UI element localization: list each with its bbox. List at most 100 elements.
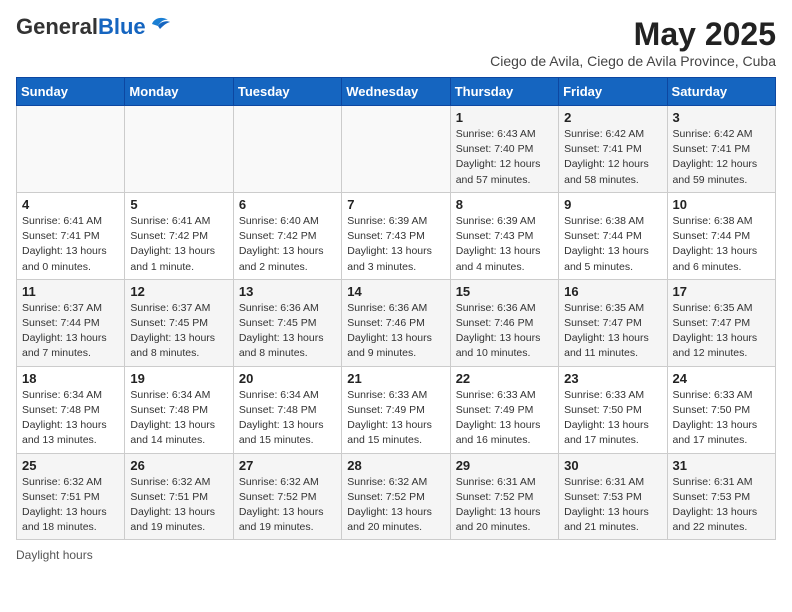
day-info: Sunrise: 6:32 AM Sunset: 7:52 PM Dayligh… [347, 475, 444, 536]
logo: GeneralBlue [16, 16, 172, 38]
day-info: Sunrise: 6:34 AM Sunset: 7:48 PM Dayligh… [239, 388, 336, 449]
calendar-title: May 2025 [490, 16, 776, 53]
day-info: Sunrise: 6:33 AM Sunset: 7:49 PM Dayligh… [347, 388, 444, 449]
day-number: 30 [564, 458, 661, 473]
logo-bird-icon [150, 14, 172, 32]
calendar-cell [342, 106, 450, 193]
calendar-cell: 28 Sunrise: 6:32 AM Sunset: 7:52 PM Dayli… [342, 453, 450, 540]
day-number: 25 [22, 458, 119, 473]
day-number: 17 [673, 284, 770, 299]
calendar-cell: 4 Sunrise: 6:41 AM Sunset: 7:41 PM Daylig… [17, 192, 125, 279]
day-info: Sunrise: 6:33 AM Sunset: 7:50 PM Dayligh… [564, 388, 661, 449]
calendar-week-row: 1 Sunrise: 6:43 AM Sunset: 7:40 PM Daylig… [17, 106, 776, 193]
logo-blue: Blue [98, 14, 146, 39]
header-day-thursday: Thursday [450, 78, 558, 106]
calendar-cell: 20 Sunrise: 6:34 AM Sunset: 7:48 PM Dayli… [233, 366, 341, 453]
calendar-cell: 25 Sunrise: 6:32 AM Sunset: 7:51 PM Dayli… [17, 453, 125, 540]
day-info: Sunrise: 6:31 AM Sunset: 7:53 PM Dayligh… [564, 475, 661, 536]
day-info: Sunrise: 6:32 AM Sunset: 7:52 PM Dayligh… [239, 475, 336, 536]
day-number: 6 [239, 197, 336, 212]
calendar-cell: 23Sunrise: 6:33 AM Sunset: 7:50 PM Dayli… [559, 366, 667, 453]
day-info: Sunrise: 6:40 AM Sunset: 7:42 PM Dayligh… [239, 214, 336, 275]
day-number: 31 [673, 458, 770, 473]
day-number: 24 [673, 371, 770, 386]
header-day-monday: Monday [125, 78, 233, 106]
calendar-cell: 16Sunrise: 6:35 AM Sunset: 7:47 PM Dayli… [559, 279, 667, 366]
day-number: 10 [673, 197, 770, 212]
day-number: 28 [347, 458, 444, 473]
calendar-table: SundayMondayTuesdayWednesdayThursdayFrid… [16, 77, 776, 540]
day-info: Sunrise: 6:42 AM Sunset: 7:41 PM Dayligh… [564, 127, 661, 188]
day-number: 19 [130, 371, 227, 386]
day-info: Sunrise: 6:43 AM Sunset: 7:40 PM Dayligh… [456, 127, 553, 188]
header-day-saturday: Saturday [667, 78, 775, 106]
header-day-tuesday: Tuesday [233, 78, 341, 106]
day-number: 2 [564, 110, 661, 125]
day-info: Sunrise: 6:41 AM Sunset: 7:42 PM Dayligh… [130, 214, 227, 275]
calendar-cell: 31 Sunrise: 6:31 AM Sunset: 7:53 PM Dayli… [667, 453, 775, 540]
day-info: Sunrise: 6:32 AM Sunset: 7:51 PM Dayligh… [130, 475, 227, 536]
footer: Daylight hours [16, 548, 776, 562]
day-number: 26 [130, 458, 227, 473]
day-info: Sunrise: 6:36 AM Sunset: 7:46 PM Dayligh… [456, 301, 553, 362]
calendar-cell: 15 Sunrise: 6:36 AM Sunset: 7:46 PM Dayli… [450, 279, 558, 366]
header: GeneralBlue May 2025 Ciego de Avila, Cie… [16, 16, 776, 69]
day-number: 20 [239, 371, 336, 386]
day-number: 27 [239, 458, 336, 473]
day-info: Sunrise: 6:38 AM Sunset: 7:44 PM Dayligh… [673, 214, 770, 275]
calendar-cell: 30 Sunrise: 6:31 AM Sunset: 7:53 PM Dayli… [559, 453, 667, 540]
calendar-cell: 27 Sunrise: 6:32 AM Sunset: 7:52 PM Dayli… [233, 453, 341, 540]
day-info: Sunrise: 6:31 AM Sunset: 7:52 PM Dayligh… [456, 475, 553, 536]
day-number: 29 [456, 458, 553, 473]
daylight-hours-label: Daylight hours [16, 548, 93, 562]
day-number: 15 [456, 284, 553, 299]
day-info: Sunrise: 6:42 AM Sunset: 7:41 PM Dayligh… [673, 127, 770, 188]
calendar-cell: 10 Sunrise: 6:38 AM Sunset: 7:44 PM Dayli… [667, 192, 775, 279]
day-number: 5 [130, 197, 227, 212]
day-number: 8 [456, 197, 553, 212]
day-info: Sunrise: 6:37 AM Sunset: 7:45 PM Dayligh… [130, 301, 227, 362]
day-info: Sunrise: 6:34 AM Sunset: 7:48 PM Dayligh… [130, 388, 227, 449]
day-info: Sunrise: 6:39 AM Sunset: 7:43 PM Dayligh… [456, 214, 553, 275]
header-day-friday: Friday [559, 78, 667, 106]
day-info: Sunrise: 6:34 AM Sunset: 7:48 PM Dayligh… [22, 388, 119, 449]
title-area: May 2025 Ciego de Avila, Ciego de Avila … [490, 16, 776, 69]
calendar-cell: 14Sunrise: 6:36 AM Sunset: 7:46 PM Dayli… [342, 279, 450, 366]
calendar-cell: 29 Sunrise: 6:31 AM Sunset: 7:52 PM Dayli… [450, 453, 558, 540]
calendar-cell: 6 Sunrise: 6:40 AM Sunset: 7:42 PM Daylig… [233, 192, 341, 279]
day-number: 22 [456, 371, 553, 386]
calendar-week-row: 18Sunrise: 6:34 AM Sunset: 7:48 PM Dayli… [17, 366, 776, 453]
calendar-cell: 17Sunrise: 6:35 AM Sunset: 7:47 PM Dayli… [667, 279, 775, 366]
calendar-cell: 21 Sunrise: 6:33 AM Sunset: 7:49 PM Dayli… [342, 366, 450, 453]
day-number: 14 [347, 284, 444, 299]
day-number: 1 [456, 110, 553, 125]
calendar-cell: 7 Sunrise: 6:39 AM Sunset: 7:43 PM Daylig… [342, 192, 450, 279]
day-number: 21 [347, 371, 444, 386]
calendar-week-row: 11Sunrise: 6:37 AM Sunset: 7:44 PM Dayli… [17, 279, 776, 366]
calendar-cell: 26 Sunrise: 6:32 AM Sunset: 7:51 PM Dayli… [125, 453, 233, 540]
day-number: 16 [564, 284, 661, 299]
calendar-cell: 22 Sunrise: 6:33 AM Sunset: 7:49 PM Dayli… [450, 366, 558, 453]
calendar-cell: 18Sunrise: 6:34 AM Sunset: 7:48 PM Dayli… [17, 366, 125, 453]
calendar-cell: 19 Sunrise: 6:34 AM Sunset: 7:48 PM Dayli… [125, 366, 233, 453]
calendar-week-row: 25 Sunrise: 6:32 AM Sunset: 7:51 PM Dayli… [17, 453, 776, 540]
calendar-cell: 12 Sunrise: 6:37 AM Sunset: 7:45 PM Dayli… [125, 279, 233, 366]
day-number: 4 [22, 197, 119, 212]
day-number: 12 [130, 284, 227, 299]
day-number: 11 [22, 284, 119, 299]
day-info: Sunrise: 6:32 AM Sunset: 7:51 PM Dayligh… [22, 475, 119, 536]
calendar-cell: 13Sunrise: 6:36 AM Sunset: 7:45 PM Dayli… [233, 279, 341, 366]
day-info: Sunrise: 6:33 AM Sunset: 7:49 PM Dayligh… [456, 388, 553, 449]
day-info: Sunrise: 6:31 AM Sunset: 7:53 PM Dayligh… [673, 475, 770, 536]
header-day-sunday: Sunday [17, 78, 125, 106]
day-info: Sunrise: 6:39 AM Sunset: 7:43 PM Dayligh… [347, 214, 444, 275]
calendar-cell: 8 Sunrise: 6:39 AM Sunset: 7:43 PM Daylig… [450, 192, 558, 279]
day-info: Sunrise: 6:33 AM Sunset: 7:50 PM Dayligh… [673, 388, 770, 449]
calendar-cell: 1 Sunrise: 6:43 AM Sunset: 7:40 PM Daylig… [450, 106, 558, 193]
day-number: 7 [347, 197, 444, 212]
logo-general: General [16, 14, 98, 39]
day-number: 13 [239, 284, 336, 299]
day-info: Sunrise: 6:41 AM Sunset: 7:41 PM Dayligh… [22, 214, 119, 275]
calendar-cell: 3Sunrise: 6:42 AM Sunset: 7:41 PM Daylig… [667, 106, 775, 193]
calendar-cell: 5 Sunrise: 6:41 AM Sunset: 7:42 PM Daylig… [125, 192, 233, 279]
